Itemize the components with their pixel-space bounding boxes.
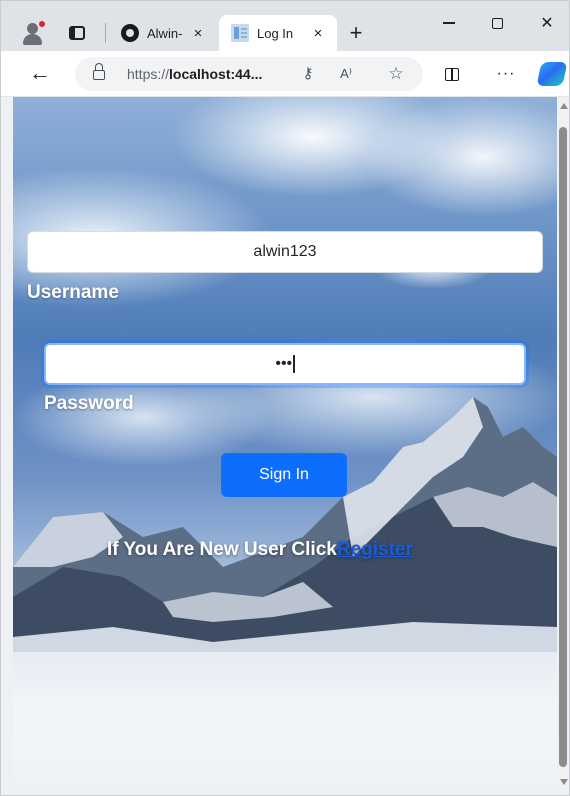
url-host: localhost:44... [169,66,263,82]
read-aloud-icon[interactable]: A⁾ [337,65,355,83]
copilot-icon[interactable] [536,62,568,86]
maximize-button[interactable] [477,11,517,35]
page-icon [231,24,249,42]
text-caret [293,355,295,373]
minimize-button[interactable] [429,11,469,35]
profile-icon[interactable] [19,19,47,47]
url-scheme: https:// [127,66,170,82]
close-tab-icon[interactable]: × [309,25,327,42]
browser-toolbar: ← https://localhost:44... ⚷ A⁾ ☆ ··· [1,51,569,97]
password-input[interactable]: ••• [44,343,526,385]
maximize-icon [491,17,503,29]
close-tab-icon[interactable]: × [189,25,207,42]
tab-github[interactable]: Alwin- × [113,15,217,51]
more-options-icon[interactable]: ··· [495,64,517,86]
new-user-prompt: If You Are New User ClickRegister [107,539,413,561]
tab-strip: Alwin- × Log In × + ✕ [1,1,569,51]
register-link[interactable]: Register [337,539,413,560]
address-bar[interactable]: https://localhost:44... ⚷ A⁾ ☆ [75,57,423,91]
username-input[interactable]: alwin123 [27,231,543,273]
snow-field [13,652,557,791]
new-user-text: If You Are New User Click [107,539,337,560]
tab-title: Alwin- [147,25,183,41]
browser-window: Alwin- × Log In × + ✕ ← https://localhos… [0,0,570,796]
window-close-button[interactable]: ✕ [527,11,567,35]
username-label: Username [27,282,119,303]
tab-title: Log In [257,25,294,41]
password-value: ••• [275,355,293,372]
tab-separator [105,23,106,43]
minimize-icon [443,22,455,24]
sign-in-button[interactable]: Sign In [221,453,347,497]
vertical-scrollbar[interactable] [557,97,569,791]
url-text: https://localhost:44... [127,66,262,82]
favorite-star-icon[interactable]: ☆ [387,65,405,83]
split-screen-icon[interactable] [441,64,463,86]
username-value: alwin123 [253,243,317,260]
password-key-icon[interactable]: ⚷ [299,65,317,83]
tab-login[interactable]: Log In × [219,15,337,51]
new-tab-button[interactable]: + [345,22,367,45]
scroll-up-icon[interactable] [560,103,568,109]
github-icon [121,24,139,42]
password-label: Password [44,393,134,414]
tab-actions-icon[interactable] [67,24,87,42]
page-viewport: alwin123 Username ••• Password Sign In I… [13,97,557,791]
lock-icon[interactable] [93,63,105,80]
back-button[interactable]: ← [27,61,53,87]
scroll-thumb[interactable] [559,127,567,767]
scroll-down-icon[interactable] [560,779,568,785]
